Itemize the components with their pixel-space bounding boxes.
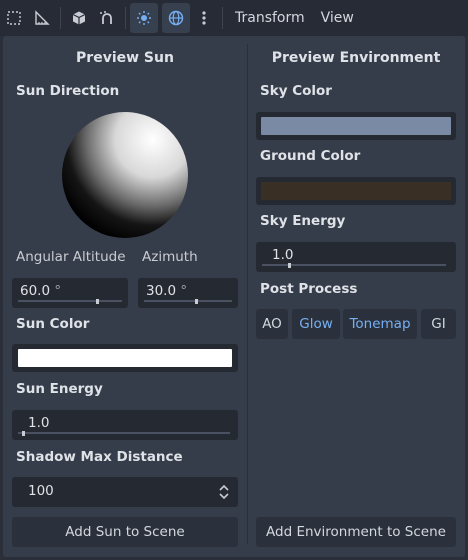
glow-toggle-button[interactable]: Glow (292, 309, 340, 339)
sky-energy-value: 1.0 (272, 247, 294, 263)
shadow-max-distance-spinbox[interactable]: 100 (12, 477, 238, 507)
sky-energy-label: Sky Energy (260, 213, 346, 229)
ruler-icon[interactable] (28, 3, 56, 33)
altitude-value: 60.0 (20, 283, 51, 299)
sun-color-label: Sun Color (16, 316, 90, 332)
azimuth-label: Azimuth (142, 249, 198, 265)
spin-arrows-icon[interactable] (218, 484, 230, 500)
azimuth-value: 30.0 (146, 283, 177, 299)
preview-settings-popup: Preview Sun Sun Direction Angular Altitu… (3, 36, 465, 557)
gi-toggle-button[interactable]: GI (421, 309, 456, 339)
sky-color-picker[interactable] (256, 112, 456, 140)
sun-energy-slider[interactable]: 1.0 (12, 410, 238, 440)
add-sun-to-scene-button[interactable]: Add Sun to Scene (12, 517, 238, 547)
preview-environment-title: Preview Environment (271, 50, 441, 66)
sky-color-label: Sky Color (260, 83, 332, 99)
ground-color-swatch (261, 182, 451, 200)
grid-select-icon[interactable] (0, 3, 28, 33)
altitude-slider-knob[interactable] (96, 299, 99, 304)
transform-menu[interactable]: Transform (227, 3, 313, 33)
sky-color-swatch (261, 117, 451, 135)
azimuth-slider-knob[interactable] (195, 299, 199, 304)
shadow-max-distance-value: 100 (28, 483, 54, 499)
sun-energy-value: 1.0 (28, 415, 50, 431)
globe-icon[interactable] (162, 3, 190, 33)
sun-color-swatch (18, 349, 232, 367)
ao-toggle-button[interactable]: AO (256, 309, 288, 339)
cube-icon[interactable] (65, 3, 93, 33)
ground-color-label: Ground Color (260, 148, 361, 164)
toolbar-separator (125, 7, 126, 29)
tonemap-toggle-button[interactable]: Tonemap (343, 309, 417, 339)
altitude-unit: ° (54, 283, 62, 299)
sun-direction-label: Sun Direction (16, 83, 120, 99)
azimuth-slider[interactable]: 30.0 ° (138, 278, 238, 308)
azimuth-unit: ° (180, 283, 188, 299)
toolbar-separator (60, 7, 61, 29)
shadow-max-distance-label: Shadow Max Distance (16, 449, 183, 465)
snap-magnet-icon[interactable] (93, 3, 121, 33)
angular-altitude-label: Angular Altitude (16, 249, 126, 265)
sun-color-picker[interactable] (12, 344, 238, 372)
sun-icon[interactable] (130, 3, 158, 33)
altitude-slider[interactable]: 60.0 ° (12, 278, 128, 308)
column-divider (247, 44, 248, 544)
add-environment-to-scene-button[interactable]: Add Environment to Scene (256, 517, 456, 547)
viewport-toolbar: Transform View (0, 0, 468, 36)
sky-energy-slider[interactable]: 1.0 (256, 242, 456, 272)
sun-energy-slider-knob[interactable] (22, 431, 26, 436)
preview-sun-title: Preview Sun (76, 50, 174, 66)
sun-direction-sphere[interactable] (60, 110, 190, 240)
post-process-label: Post Process (260, 281, 358, 297)
view-menu[interactable]: View (313, 3, 362, 33)
azimuth-slider-track (144, 300, 232, 302)
more-vertical-icon[interactable] (190, 3, 218, 33)
ground-color-picker[interactable] (256, 177, 456, 205)
altitude-slider-track (18, 300, 122, 302)
sun-energy-slider-track (18, 432, 230, 434)
toolbar-separator (222, 7, 223, 29)
sun-energy-label: Sun Energy (16, 381, 103, 397)
sky-energy-slider-knob[interactable] (287, 263, 291, 268)
